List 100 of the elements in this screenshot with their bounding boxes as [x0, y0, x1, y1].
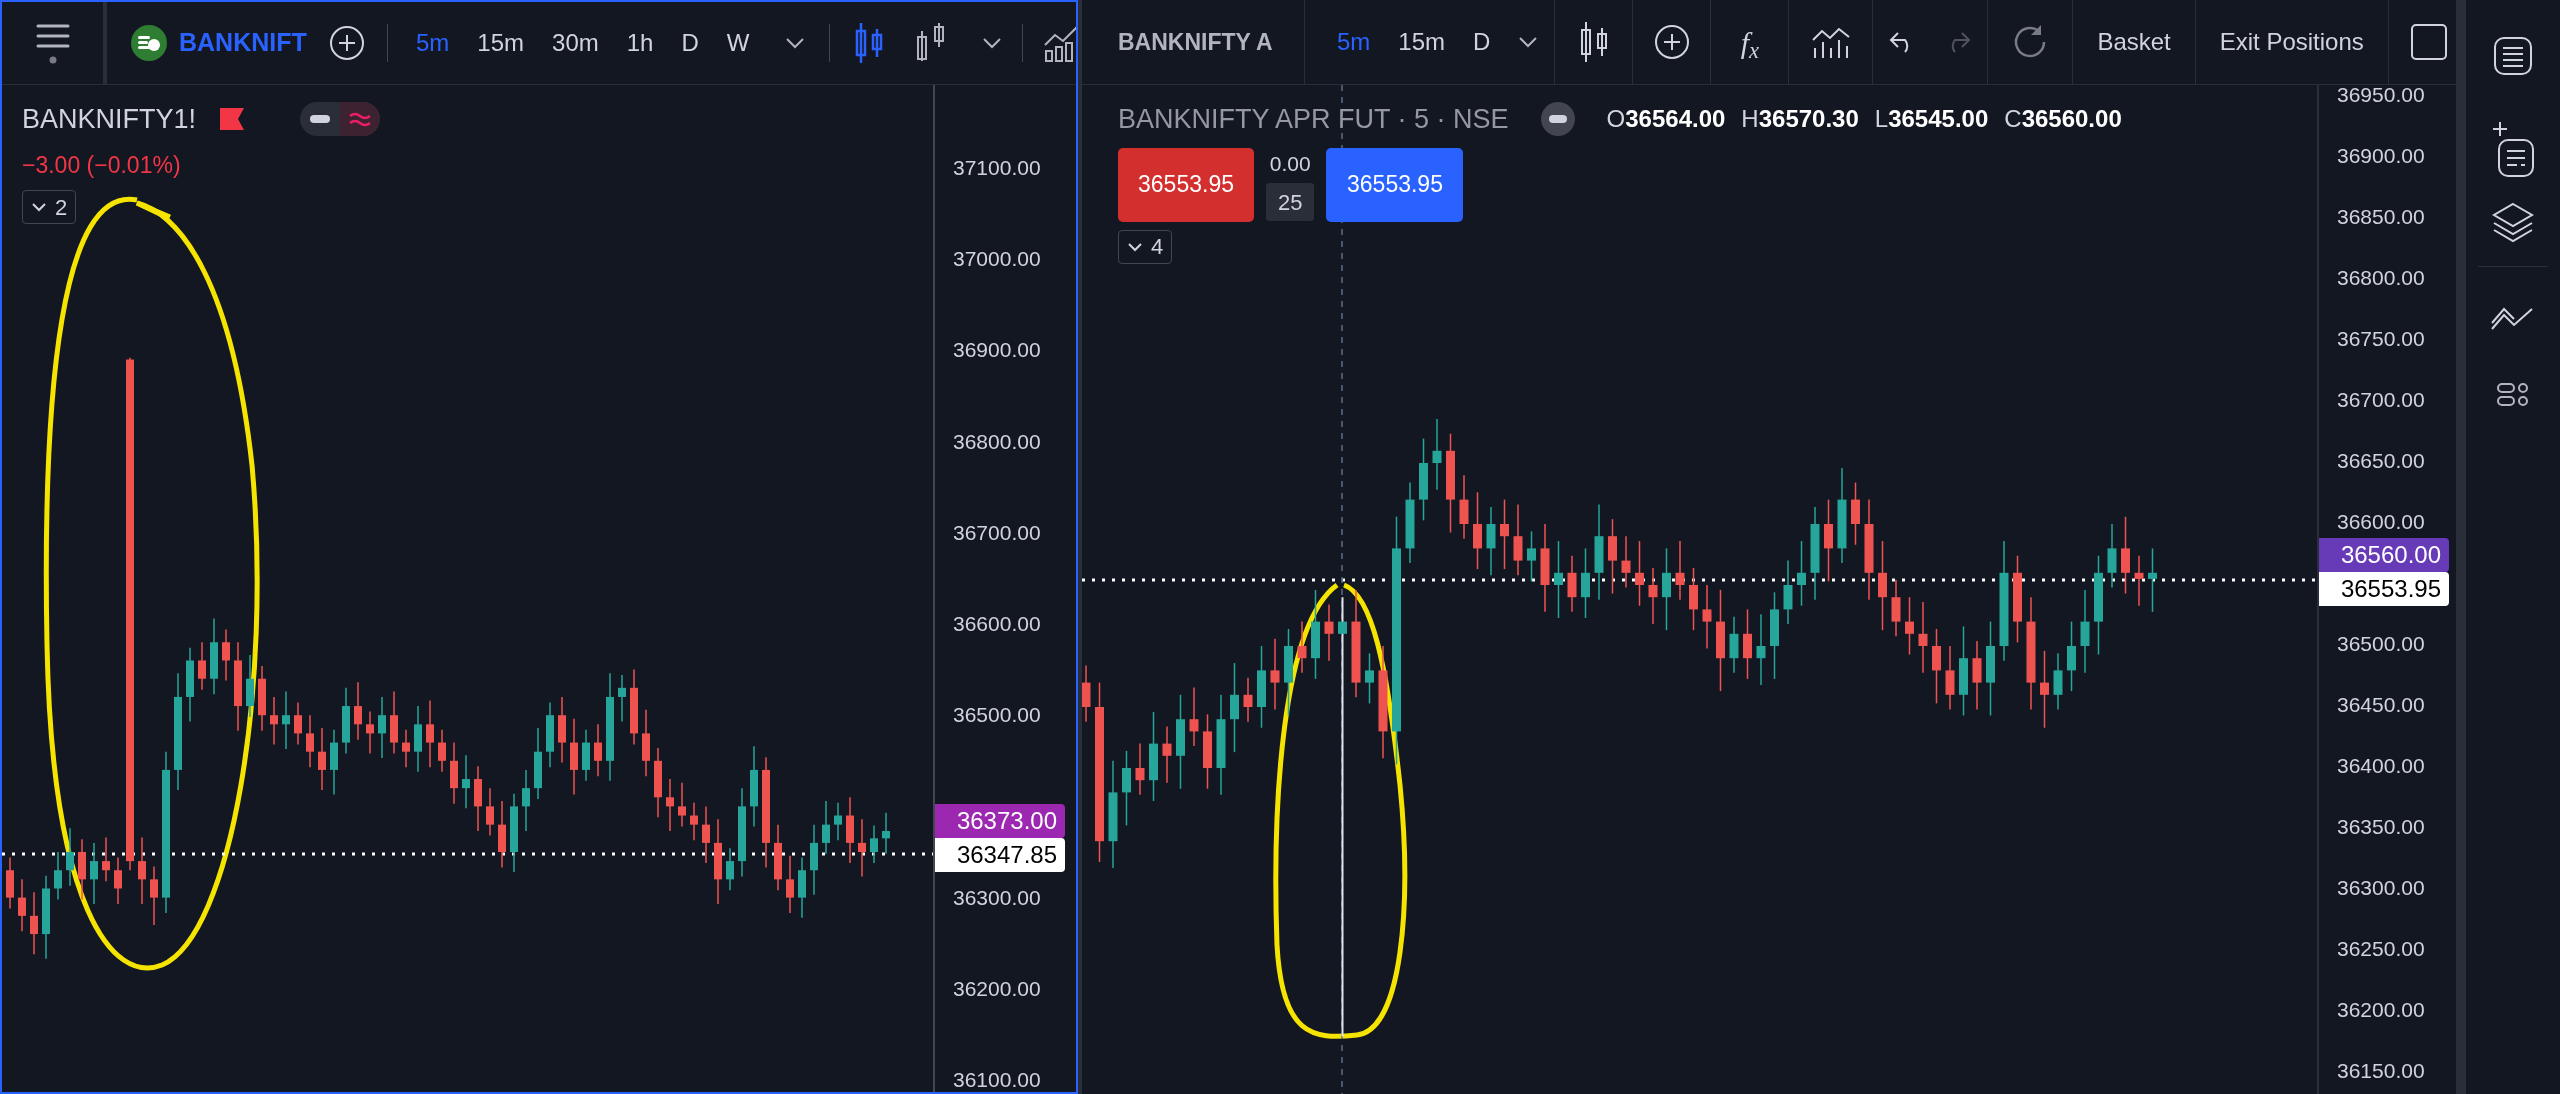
sell-button[interactable]: 36553.95: [1118, 147, 1254, 222]
candle: [1743, 608, 1752, 680]
candle: [426, 699, 434, 768]
candle: [1567, 554, 1577, 613]
candle: [702, 805, 710, 864]
candle: [1635, 540, 1644, 607]
indicators-toggle[interactable]: 2: [22, 190, 77, 224]
candle: [1082, 664, 1091, 723]
price-label: 36600.00: [953, 611, 1041, 637]
candle: [1243, 676, 1253, 723]
minus-circle-icon[interactable]: [1540, 102, 1575, 137]
interval-tab[interactable]: 1h: [614, 25, 666, 61]
candle: [1851, 481, 1860, 546]
toolbar-button[interactable]: Exit Positions: [2195, 0, 2389, 84]
candle: [1162, 725, 1172, 784]
candle: [1891, 579, 1901, 637]
candle: [270, 696, 278, 746]
ohlc-value: O36564.00: [1606, 104, 1726, 135]
candle: [1702, 584, 1712, 650]
price-label: 36800.00: [2337, 265, 2425, 291]
candle: [1527, 530, 1536, 583]
candle: [870, 824, 878, 864]
flag-icon[interactable]: [220, 108, 245, 131]
candle: [522, 769, 530, 832]
indicators-toggle[interactable]: 4: [1118, 229, 1173, 264]
candle: [462, 754, 470, 809]
candle: [1621, 535, 1631, 589]
candle: [2053, 652, 2063, 711]
add-icon[interactable]: [328, 24, 366, 62]
watchlist-icon[interactable]: [2493, 36, 2533, 76]
candle: [582, 729, 590, 782]
candle: [258, 665, 266, 732]
symbol-search[interactable]: BANKNIFTY A: [1118, 24, 1273, 60]
price-label: 36300.00: [953, 884, 1041, 911]
candle: [246, 654, 254, 718]
price-label: 36400.00: [2337, 753, 2425, 779]
chevron-down-icon[interactable]: [1518, 36, 1539, 48]
candle: [774, 823, 782, 892]
layers-icon[interactable]: [2491, 200, 2535, 244]
candle: [642, 709, 650, 778]
candle: [318, 727, 326, 791]
candle: [1459, 474, 1469, 540]
interval-tab[interactable]: 30m: [540, 25, 611, 61]
symbol-name: BANKNIFT: [179, 27, 307, 59]
buy-button[interactable]: 36553.95: [1326, 147, 1464, 222]
price-label: 36900.00: [2337, 143, 2425, 169]
candle: [1500, 498, 1509, 570]
candle: [342, 687, 350, 755]
functions-button[interactable]: f$_{x}$: [1740, 19, 1760, 65]
interval-tab[interactable]: 15m: [1386, 24, 1458, 60]
candle: [1783, 559, 1793, 625]
interval-tab[interactable]: D: [1461, 24, 1503, 60]
minus-icon: [310, 115, 331, 124]
price-label: 36100.00: [953, 1067, 1041, 1093]
candle: [594, 723, 602, 778]
candle: [882, 812, 890, 855]
add-icon[interactable]: [1652, 23, 1691, 61]
candle: [2134, 554, 2144, 607]
candlestick-icon[interactable]: [1578, 20, 1609, 64]
symbol-search[interactable]: BANKNIFT: [107, 2, 307, 84]
candle: [1297, 620, 1307, 674]
interval-tab[interactable]: D: [669, 25, 711, 61]
symbol-title: BANKNIFTY APR FUT · 5 · NSE: [1118, 103, 1509, 136]
dots-icon[interactable]: [2497, 383, 2529, 407]
candle: [66, 827, 74, 887]
price-label: 37000.00: [953, 246, 1041, 273]
candle: [414, 705, 422, 773]
interval-tab[interactable]: 5m: [1325, 24, 1383, 60]
interval-tab[interactable]: 5m: [404, 25, 462, 61]
candle: [1675, 540, 1685, 601]
last-price-label: 36373.00: [935, 804, 1065, 838]
candle: [654, 747, 662, 819]
wave-button[interactable]: [340, 102, 381, 137]
price-label: 36750.00: [2337, 326, 2425, 352]
ohlc-value: H36570.30: [1741, 104, 1859, 135]
interval-tab[interactable]: 15m: [465, 25, 537, 61]
spread-value: 0.00: [1269, 150, 1311, 177]
candle: [846, 796, 854, 864]
candle: [18, 878, 26, 933]
candle: [438, 729, 446, 773]
add-list-icon[interactable]: [2491, 120, 2535, 178]
candle: [102, 836, 110, 882]
symbol-title: BANKNIFTY1!: [22, 103, 197, 136]
chevron-down-icon[interactable]: [785, 37, 806, 49]
toolbar-button[interactable]: Basket: [2073, 0, 2196, 84]
price-label: 36500.00: [953, 702, 1041, 729]
square-icon[interactable]: [2409, 23, 2448, 61]
candle: [2067, 620, 2076, 692]
candle: [354, 681, 362, 741]
quantity-field[interactable]: 25: [1266, 183, 1315, 221]
chevron-down-icon[interactable]: [982, 37, 1003, 49]
price-label: 36800.00: [953, 428, 1041, 455]
price-label: 36850.00: [2337, 204, 2425, 230]
wave-icon: [349, 111, 372, 128]
interval-tab[interactable]: W: [714, 25, 762, 61]
candle: [786, 854, 794, 914]
price-label: 36200.00: [953, 975, 1041, 1002]
candle: [2148, 547, 2157, 613]
candle: [618, 674, 626, 723]
candle: [222, 628, 230, 682]
